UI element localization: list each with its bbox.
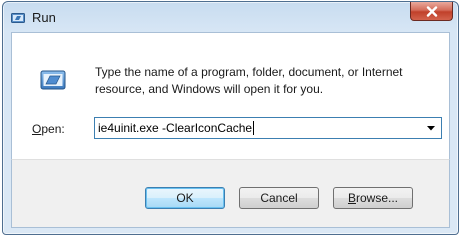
run-dialog-window: Run Type the name of a program, folder, …	[2, 1, 459, 235]
chevron-down-icon[interactable]	[423, 118, 438, 138]
dialog-description: Type the name of a program, folder, docu…	[95, 65, 403, 96]
run-icon	[11, 11, 25, 23]
close-button[interactable]	[410, 2, 453, 21]
run-icon	[40, 69, 66, 91]
browse-button[interactable]: Browse...	[333, 187, 413, 209]
open-label-text: pen:	[41, 122, 65, 136]
open-input-value: ie4uinit.exe -ClearIconCache	[98, 121, 253, 135]
browse-label: rowse...	[356, 191, 399, 205]
cancel-button[interactable]: Cancel	[239, 187, 319, 209]
open-label: Open:	[32, 122, 65, 136]
text-caret	[253, 121, 255, 135]
window-title: Run	[32, 10, 56, 25]
ok-button[interactable]: OK	[145, 187, 225, 209]
title-bar[interactable]: Run	[3, 2, 458, 32]
dialog-content: Type the name of a program, folder, docu…	[11, 32, 450, 159]
close-icon	[426, 5, 438, 17]
button-bar: OK Cancel Browse...	[11, 159, 450, 228]
browse-mnemonic: B	[347, 191, 356, 205]
open-input[interactable]: ie4uinit.exe -ClearIconCache	[98, 121, 255, 135]
open-label-mnemonic: O	[32, 122, 42, 136]
open-combobox[interactable]: ie4uinit.exe -ClearIconCache	[94, 117, 442, 139]
